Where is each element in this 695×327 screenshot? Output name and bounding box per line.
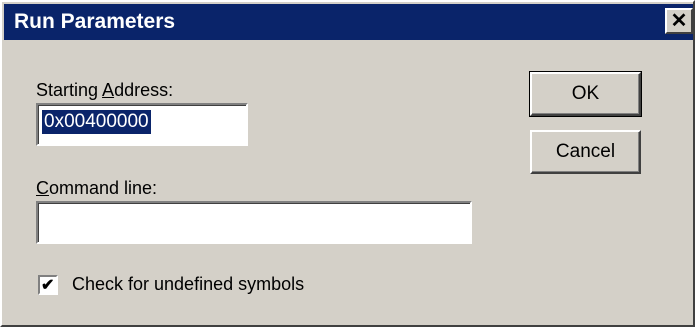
title-bar: Run Parameters ✕	[4, 4, 693, 40]
run-parameters-dialog: Run Parameters ✕ Starting Address: 0x004…	[0, 0, 695, 327]
starting-address-value: 0x00400000	[42, 110, 151, 134]
command-line-label: Command line:	[36, 178, 158, 198]
starting-address-label: Starting Address:	[36, 80, 174, 100]
check-undefined-symbols-label: Check for undefined symbols	[72, 274, 305, 294]
check-undefined-symbols-checkbox[interactable]: ✔	[38, 275, 58, 295]
close-icon: ✕	[670, 10, 688, 32]
starting-address-input[interactable]: 0x00400000	[36, 103, 248, 146]
command-line-input[interactable]	[36, 201, 472, 244]
checkmark-icon: ✔	[41, 277, 55, 294]
cancel-button[interactable]: Cancel	[530, 130, 641, 174]
dialog-title: Run Parameters	[14, 10, 176, 33]
ok-button[interactable]: OK	[529, 71, 642, 117]
close-button[interactable]: ✕	[665, 8, 693, 34]
